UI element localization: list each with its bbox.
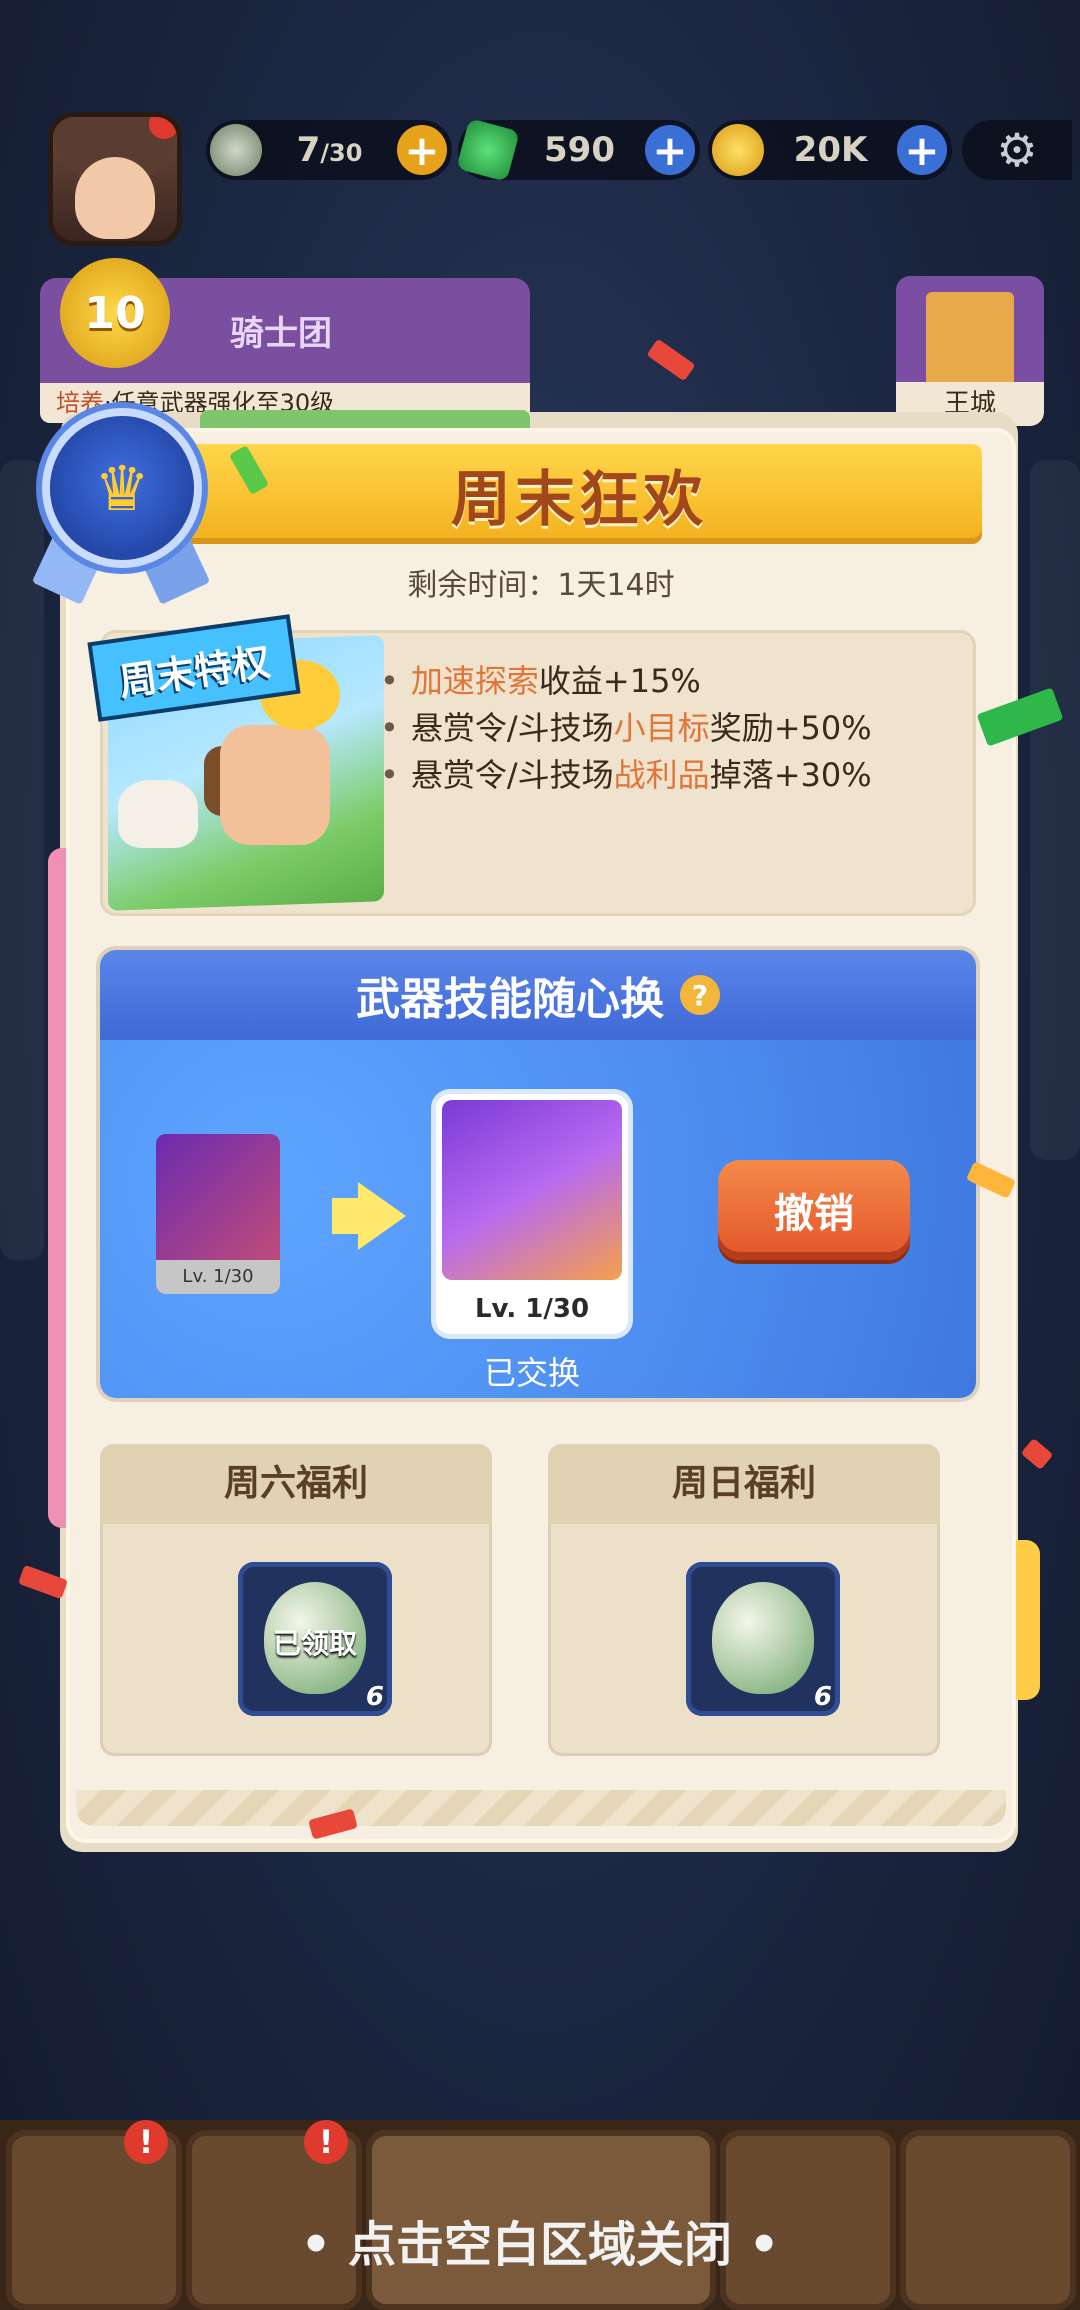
perk-text: 悬赏令/斗技场 <box>410 756 614 794</box>
castle-button[interactable]: 王城 <box>896 276 1044 426</box>
energy-counter: 7/30 + <box>206 120 452 180</box>
old-weapon-card[interactable]: Lv. 1/30 <box>156 1134 280 1294</box>
coin-counter: 20K + <box>708 120 952 180</box>
perk-highlight: 战利品 <box>613 756 710 794</box>
perk-bullet: • <box>380 662 399 700</box>
coin-icon <box>712 124 764 176</box>
sunday-welfare-card: 周日福利 6 <box>548 1444 940 1756</box>
perk-text: 掉落+30% <box>709 756 872 794</box>
gem-counter: 590 + <box>456 118 700 182</box>
dog-illustration <box>118 780 198 848</box>
swap-title: 武器技能随心换 ? <box>100 950 976 1040</box>
crown-badge-icon: ♛ <box>50 416 194 560</box>
player-avatar[interactable] <box>48 112 182 246</box>
old-weapon-level: Lv. 1/30 <box>156 1260 280 1294</box>
old-weapon-art <box>156 1134 280 1260</box>
knight-group-name: 骑士团 <box>230 314 332 354</box>
new-weapon-level: Lv. 1/30 <box>474 1294 590 1324</box>
arrow-right-icon <box>358 1182 406 1250</box>
perk-2: • 悬赏令/斗技场小目标奖励+50% <box>380 703 872 749</box>
perk-3: • 悬赏令/斗技场战利品掉落+30% <box>380 750 872 796</box>
saturday-reward-slot[interactable]: 6 已领取 <box>238 1562 392 1716</box>
hint-dot-right: • <box>748 2217 780 2273</box>
reward-count: 6 <box>365 1682 384 1712</box>
swapped-label: 已交换 <box>483 1354 580 1392</box>
castle-icon <box>926 292 1014 382</box>
confetti <box>646 338 696 382</box>
perk-text: 悬赏令/斗技场 <box>410 709 614 747</box>
add-coins-button[interactable]: + <box>897 125 947 175</box>
add-energy-button[interactable]: + <box>397 125 447 175</box>
new-weapon-art <box>442 1100 622 1280</box>
right-side-menu <box>1030 460 1080 1160</box>
perk-highlight: 加速探索 <box>410 662 539 700</box>
new-weapon-card[interactable]: Lv. 1/30 <box>436 1094 628 1334</box>
saturday-welfare-card: 周六福利 6 已领取 <box>100 1444 492 1756</box>
knight-level-badge: 10 <box>60 258 170 368</box>
panel-title: 周末狂欢 <box>451 464 707 535</box>
claimed-label: 已领取 <box>272 1627 357 1660</box>
arrow-tail <box>332 1198 358 1234</box>
hero-body <box>220 725 330 845</box>
energy-value: 7 <box>296 130 321 170</box>
confetti <box>1020 1437 1054 1471</box>
perk-text: 收益+15% <box>538 662 701 700</box>
perk-bullet: • <box>380 709 399 747</box>
perk-highlight: 小目标 <box>613 709 710 747</box>
coin-value: 20K <box>793 130 868 170</box>
help-icon[interactable]: ? <box>680 975 720 1015</box>
egg-icon <box>712 1582 814 1694</box>
reward-count: 6 <box>813 1682 832 1712</box>
gem-value: 590 <box>544 130 615 170</box>
alert-badge: ! <box>124 2120 168 2164</box>
avatar-face <box>75 157 155 239</box>
energy-max: /30 <box>320 139 363 167</box>
gem-icon <box>456 118 520 182</box>
saturday-welfare-title: 周六福利 <box>100 1444 492 1524</box>
sunday-reward-slot[interactable]: 6 <box>686 1562 840 1716</box>
gear-icon: ⚙ <box>996 123 1038 177</box>
perk-1: • 加速探索收益+15% <box>380 656 701 702</box>
hint-dot-left: • <box>300 2217 332 2273</box>
panel-tab-edge <box>200 410 530 428</box>
undo-button[interactable]: 撤销 <box>718 1160 910 1260</box>
knight-group-card[interactable]: 10 骑士团 <box>40 258 530 383</box>
remaining-time: 剩余时间：1天14时 <box>407 568 675 603</box>
settings-button[interactable]: ⚙ <box>962 120 1072 180</box>
sunday-welfare-title: 周日福利 <box>548 1444 940 1524</box>
perk-text: 奖励+50% <box>709 709 872 747</box>
stone-icon <box>210 124 262 176</box>
alert-badge: ! <box>304 2120 348 2164</box>
close-hint-text: 点击空白区域关闭 <box>347 2217 732 2273</box>
close-hint[interactable]: • 点击空白区域关闭 • <box>0 2205 1080 2275</box>
perk-bullet: • <box>380 756 399 794</box>
add-gems-button[interactable]: + <box>645 125 695 175</box>
panel-zigzag-border <box>76 1790 1006 1826</box>
swap-title-text: 武器技能随心换 <box>356 974 664 1025</box>
